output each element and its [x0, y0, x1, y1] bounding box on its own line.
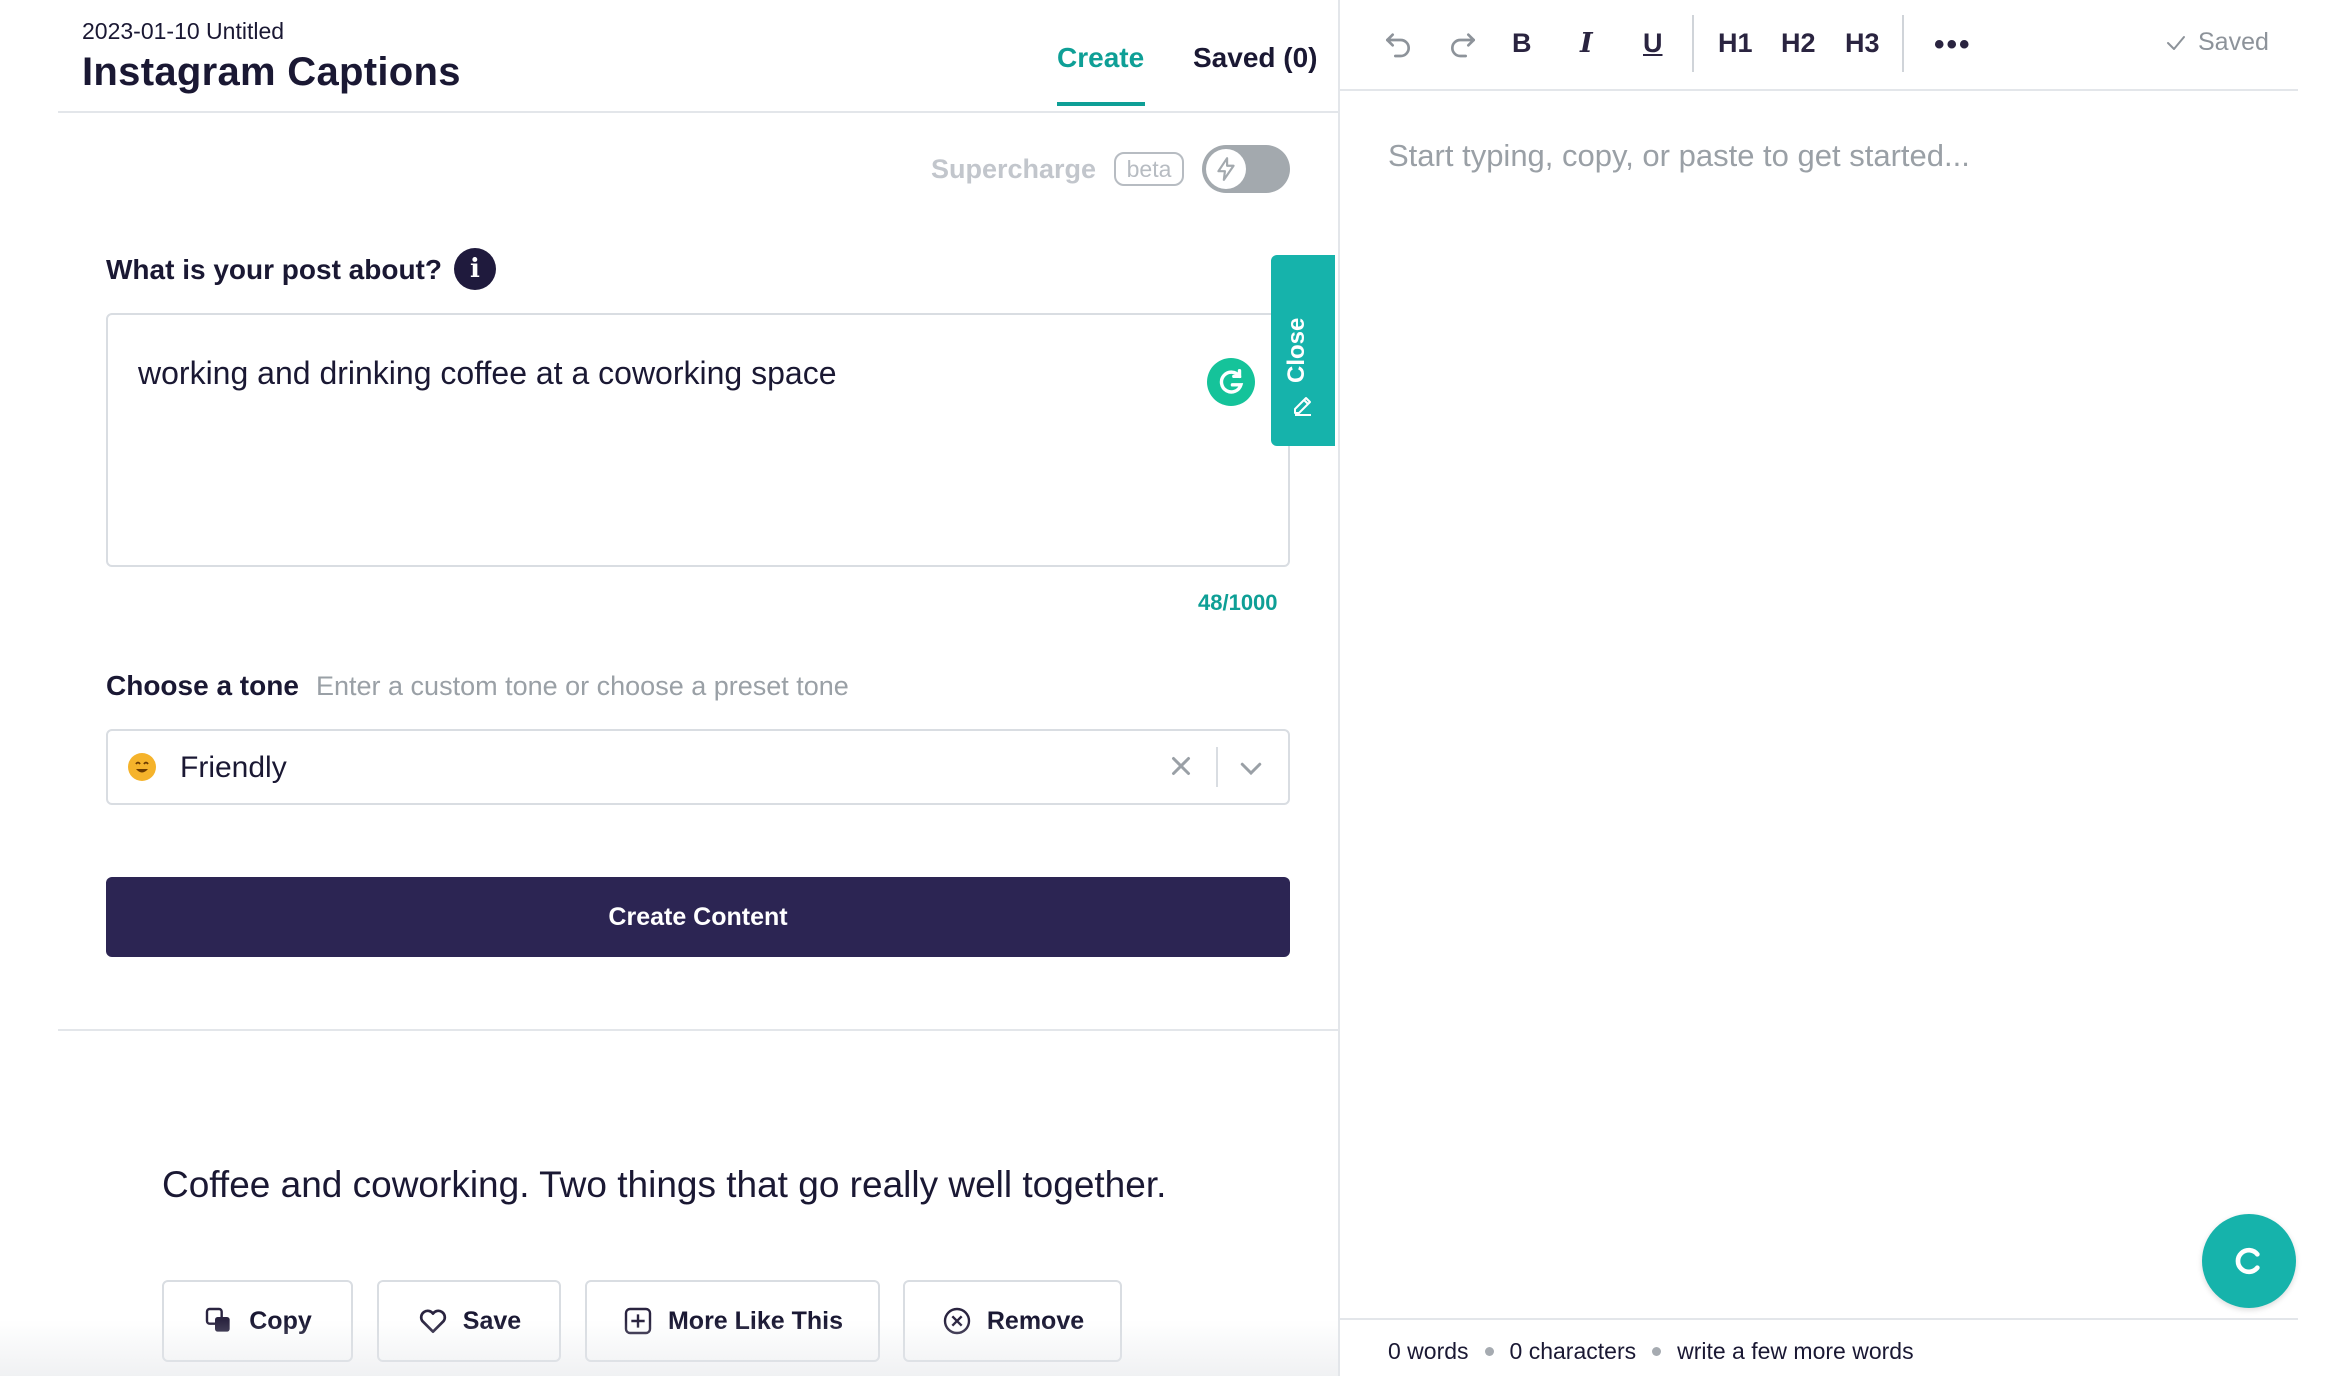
toolbar-divider — [1340, 89, 2298, 91]
post-topic-textarea[interactable]: working and drinking coffee at a coworki… — [106, 313, 1290, 567]
lightning-icon — [1217, 157, 1235, 181]
status-bar: 0 words 0 characters write a few more wo… — [1388, 1338, 1914, 1365]
document-date: 2023-01-10 Untitled — [82, 18, 285, 44]
toolbar-separator — [1902, 15, 1904, 72]
save-label: Save — [462, 1306, 522, 1335]
tone-select[interactable]: Friendly — [106, 729, 1290, 805]
post-topic-label: What is your post about? — [106, 254, 442, 285]
panel-divider — [1338, 0, 1340, 1376]
generator-panel: 2023-01-10 Untitled Instagram Captions C… — [0, 0, 1338, 1376]
status-dot — [1652, 1347, 1662, 1356]
remove-label: Remove — [986, 1306, 1085, 1335]
bold-button[interactable]: B — [1512, 28, 1532, 59]
redo-icon[interactable] — [1447, 28, 1479, 65]
writing-hint: write a few more words — [1677, 1338, 1914, 1364]
italic-button[interactable]: I — [1580, 28, 1593, 59]
more-like-this-button[interactable]: More Like This — [585, 1280, 880, 1362]
page-title: Instagram Captions — [82, 50, 461, 94]
x-circle-icon — [943, 1307, 971, 1335]
select-separator — [1216, 747, 1218, 787]
close-tab-label: Close — [1283, 317, 1310, 383]
close-panel-tab[interactable]: Close — [1271, 255, 1335, 446]
tone-hint: Enter a custom tone or choose a preset t… — [316, 671, 849, 701]
underline-button[interactable]: U — [1643, 28, 1663, 59]
tone-label: Choose a tone — [106, 670, 299, 701]
tab-saved[interactable]: Saved (0) — [1193, 42, 1318, 74]
plus-square-icon — [624, 1307, 652, 1335]
tone-selected-value: Friendly — [180, 751, 287, 784]
save-status: Saved — [2164, 28, 2269, 57]
tab-create[interactable]: Create — [1057, 42, 1144, 74]
more-icon[interactable]: ••• — [1934, 28, 1972, 62]
supercharge-toggle[interactable] — [1202, 145, 1290, 193]
chat-icon — [2235, 1247, 2260, 1275]
copy-button[interactable]: Copy — [162, 1280, 353, 1362]
check-icon — [2167, 35, 2185, 50]
character-count: 48/1000 — [1198, 590, 1278, 615]
status-divider — [1340, 1318, 2298, 1320]
grammarly-icon[interactable] — [1207, 358, 1255, 406]
save-status-label: Saved — [2198, 28, 2269, 56]
save-button[interactable]: Save — [377, 1280, 561, 1362]
heading1-button[interactable]: H1 — [1718, 28, 1753, 59]
header-divider — [58, 111, 1338, 113]
heading2-button[interactable]: H2 — [1781, 28, 1816, 59]
chevron-down-icon[interactable] — [1236, 753, 1266, 788]
heart-icon — [419, 1309, 446, 1333]
result-caption: Coffee and coworking. Two things that go… — [162, 1164, 1167, 1205]
editor-area[interactable]: Start typing, copy, or paste to get star… — [1388, 138, 1970, 174]
character-count-status: 0 characters — [1509, 1338, 1637, 1364]
beta-badge: beta — [1114, 152, 1184, 186]
active-tab-indicator — [1057, 102, 1145, 106]
clear-icon[interactable] — [1166, 745, 1196, 790]
pencil-icon — [1294, 397, 1311, 416]
chat-button[interactable] — [2202, 1214, 2296, 1308]
toggle-knob — [1206, 149, 1246, 189]
status-dot — [1484, 1347, 1494, 1356]
more-like-this-label: More Like This — [667, 1306, 844, 1335]
word-count: 0 words — [1388, 1338, 1469, 1364]
heading3-button[interactable]: H3 — [1845, 28, 1880, 59]
smiley-icon — [128, 753, 156, 781]
copy-label: Copy — [249, 1306, 312, 1335]
create-content-button[interactable]: Create Content — [106, 877, 1290, 957]
supercharge-label: Supercharge — [931, 154, 1097, 184]
undo-icon[interactable] — [1382, 28, 1414, 65]
section-divider — [58, 1029, 1338, 1031]
toolbar-separator — [1692, 15, 1694, 72]
copy-icon — [206, 1307, 230, 1332]
info-icon[interactable]: i — [454, 248, 496, 290]
remove-button[interactable]: Remove — [903, 1280, 1122, 1362]
